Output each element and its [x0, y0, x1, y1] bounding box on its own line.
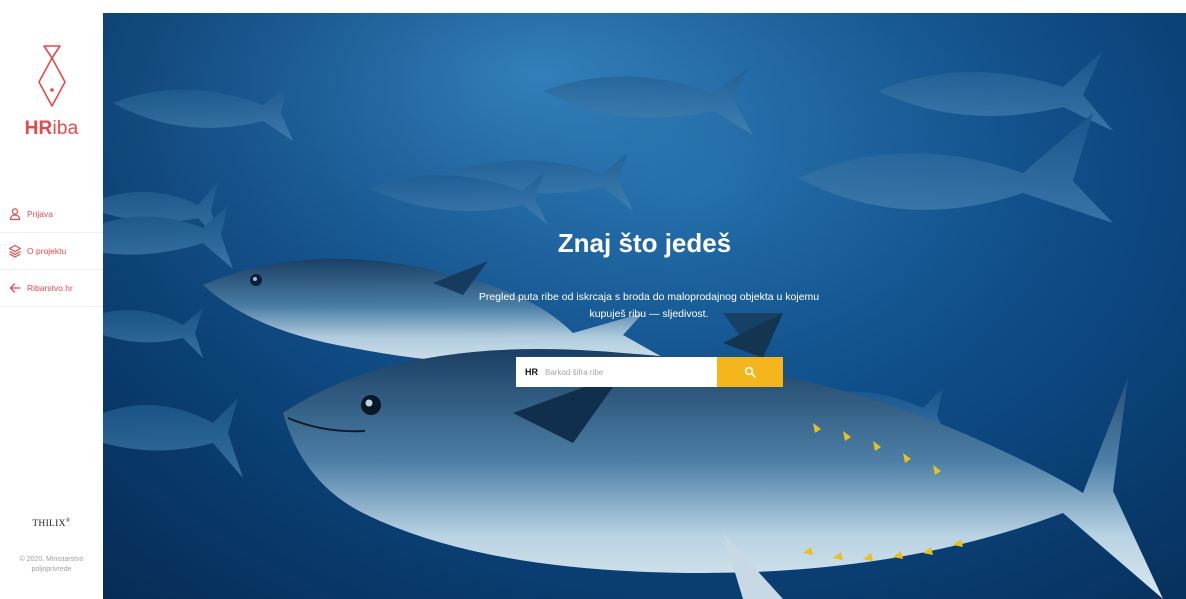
partner-logo[interactable]: THILIX® [0, 518, 103, 529]
partner-name: THILIX [32, 519, 66, 530]
barcode-search-form: HR [516, 357, 783, 387]
user-icon [8, 207, 22, 221]
search-field: HR [516, 357, 717, 387]
sidebar-nav: Prijava O projektu Ribarstvo.hr [0, 196, 103, 307]
hero-title: Znaj što jedeš [557, 228, 732, 258]
brand-name-light: iba [52, 118, 79, 139]
layers-icon [8, 244, 22, 258]
sidebar-item-label: O projektu [27, 246, 67, 256]
arrow-left-icon [8, 281, 22, 295]
fish-logo-icon [37, 45, 66, 107]
barcode-input[interactable] [545, 367, 695, 377]
sidebar-item-o-projektu[interactable]: O projektu [0, 233, 103, 270]
search-icon [744, 366, 756, 378]
copyright: © 2020. Ministarstvo poljoprivrede [19, 556, 84, 573]
brand-logo[interactable]: HRiba [0, 44, 103, 140]
hero: Znaj što jedeš Pregled puta ribe od iskr… [103, 13, 1186, 599]
country-prefix: HR [525, 367, 538, 377]
sidebar: HRiba Prijava O projektu Ribarstvo.hr TH… [0, 0, 103, 599]
partner-mark: ® [65, 518, 71, 524]
sidebar-item-prijava[interactable]: Prijava [0, 196, 103, 233]
sidebar-item-ribarstvo[interactable]: Ribarstvo.hr [0, 270, 103, 307]
brand-name-strong: HR [24, 118, 53, 139]
brand-name: HRiba [0, 118, 103, 140]
sidebar-item-label: Ribarstvo.hr [27, 283, 73, 293]
app-root: HRiba Prijava O projektu Ribarstvo.hr TH… [0, 0, 1186, 599]
search-button[interactable] [717, 357, 783, 387]
sidebar-item-label: Prijava [27, 209, 53, 219]
hero-description: Pregled puta ribe od iskrcaja s broda do… [478, 291, 820, 320]
